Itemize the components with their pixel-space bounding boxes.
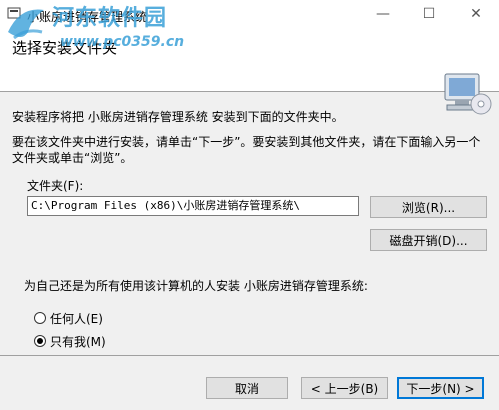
close-button[interactable]: ✕ — [453, 0, 499, 30]
disk-cost-button[interactable]: 磁盘开销(D)... — [370, 229, 487, 251]
wizard-footer: 取消 < 上一步(B) 下一步(N) > — [0, 355, 499, 410]
minimize-button[interactable]: — — [360, 0, 406, 30]
browse-button[interactable]: 浏览(R)... — [370, 196, 487, 218]
install-description: 安装程序将把 小账房进销存管理系统 安装到下面的文件夹中。 — [12, 110, 344, 124]
wizard-body: 安装程序将把 小账房进销存管理系统 安装到下面的文件夹中。 要在该文件夹中进行安… — [0, 92, 499, 352]
watermark-logo-icon — [8, 9, 44, 40]
radio-everyone[interactable] — [34, 312, 46, 324]
watermark-url: www.pc0359.cn — [60, 34, 185, 50]
radio-just-me[interactable] — [34, 335, 46, 347]
folder-path-input[interactable]: C:\Program Files (x86)\小账房进销存管理系统\ — [27, 196, 359, 216]
radio-everyone-label[interactable]: 任何人(E) — [50, 310, 103, 327]
maximize-button[interactable]: ☐ — [406, 0, 452, 30]
radio-just-me-label[interactable]: 只有我(M) — [50, 333, 106, 350]
folder-label: 文件夹(F): — [27, 179, 84, 193]
watermark-text: 河东软件园 — [52, 6, 168, 31]
next-button[interactable]: 下一步(N) > — [397, 377, 484, 399]
back-button[interactable]: < 上一步(B) — [301, 377, 388, 399]
install-for-question: 为自己还是为所有使用该计算机的人安装 小账房进销存管理系统: — [24, 279, 368, 293]
install-instructions: 要在该文件夹中进行安装，请单击“下一步”。要安装到其他文件夹，请在下面输入另一个… — [12, 135, 481, 165]
cancel-button[interactable]: 取消 — [206, 377, 288, 399]
